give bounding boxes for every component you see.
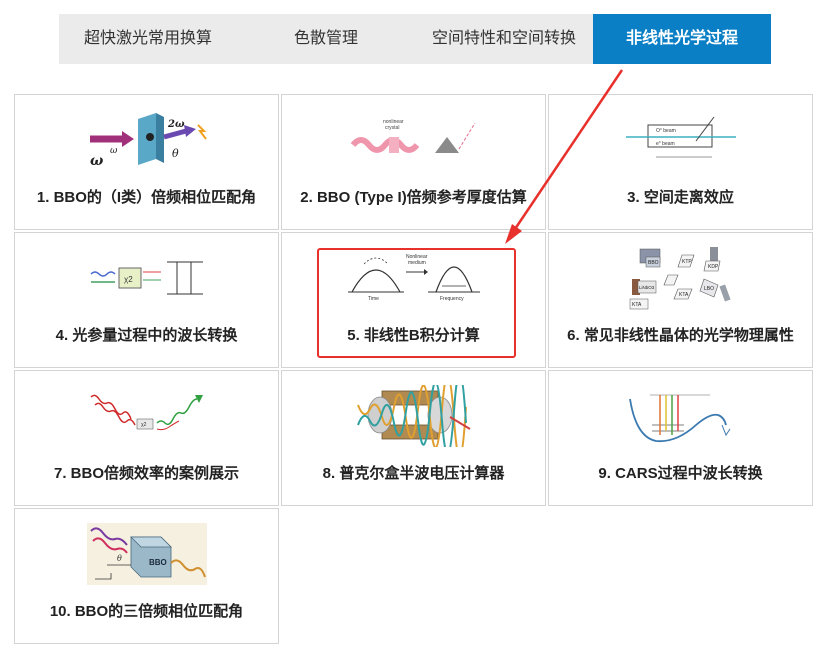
art-text: ω [110, 146, 118, 156]
art-text: χ2 [124, 275, 133, 284]
card-shg-efficiency[interactable]: χ2 7. BBO倍频效率的案例展示 [14, 370, 279, 506]
card-label: 10. BBO的三倍频相位匹配角 [49, 603, 244, 620]
art-text: BBO [149, 558, 167, 567]
card-label: 2. BBO (Type I)倍频参考厚度估算 [300, 189, 527, 206]
art-text: Frequency [440, 296, 464, 302]
art-text: KTP [682, 259, 692, 265]
art-text: θ [117, 554, 122, 563]
art-text: KDP [708, 264, 719, 270]
art-text: 2ω [167, 119, 185, 130]
card-label: 9. CARS过程中波长转换 [598, 465, 763, 482]
cars-potential-icon [549, 381, 812, 451]
art-text: Time [368, 296, 379, 302]
pockels-cell-icon [282, 381, 545, 451]
card-bbo-thickness-estimate[interactable]: nonlinear crystal 2. BBO (Type I)倍频参考厚度估… [281, 94, 546, 230]
card-label: 6. 常见非线性晶体的光学物理属性 [567, 327, 794, 344]
art-text: ω [90, 153, 104, 169]
card-crystal-properties[interactable]: BBO KTP KDP LiNbO3 KTA LBO KTA 6. 常见非线性晶… [548, 232, 813, 368]
card-cars-wavelength[interactable]: 9. CARS过程中波长转换 [548, 370, 813, 506]
art-text: KTA [632, 302, 642, 308]
art-text: LBO [704, 286, 714, 292]
card-parametric-wavelength[interactable]: χ2 4. 光参量过程中的波长转换 [14, 232, 279, 368]
crystals-icon: BBO KTP KDP LiNbO3 KTA LBO KTA [549, 243, 812, 313]
art-text: e° beam [656, 141, 675, 147]
art-text: BBO [648, 260, 659, 266]
b-integral-icon: Nonlinear medium Time Frequency [282, 243, 545, 313]
pulse-through-crystal-icon: nonlinear crystal [282, 105, 545, 175]
card-bbo-thg-phase-matching[interactable]: BBO θ 10. BBO的三倍频相位匹配角 [14, 508, 279, 644]
tab-nonlinear-optics[interactable]: 非线性光学过程 [593, 14, 771, 64]
card-label: 1. BBO的（I类）倍频相位匹配角 [36, 189, 257, 206]
tab-dispersion-management[interactable]: 色散管理 [237, 14, 415, 64]
art-text: medium [408, 260, 426, 266]
card-b-integral[interactable]: Nonlinear medium Time Frequency 5. 非线性B积… [281, 232, 546, 368]
card-label: 7. BBO倍频效率的案例展示 [53, 465, 239, 482]
card-label: 4. 光参量过程中的波长转换 [55, 327, 238, 344]
tab-ultrafast-conversions[interactable]: 超快激光常用换算 [59, 14, 237, 64]
tab-bar: 超快激光常用换算 色散管理 空间特性和空间转换 非线性光学过程 [59, 14, 771, 64]
parametric-process-icon: χ2 [15, 243, 278, 313]
card-label: 3. 空间走离效应 [627, 189, 734, 206]
card-label: 8. 普克尔盒半波电压计算器 [322, 465, 505, 482]
card-label: 5. 非线性B积分计算 [347, 327, 480, 344]
card-bbo-shg-phase-matching[interactable]: ω ω 2ω θ 1. BBO的（I类）倍频相位匹配角 [14, 94, 279, 230]
art-text: crystal [385, 125, 399, 131]
art-text: O° beam [656, 128, 676, 134]
card-spatial-walkoff[interactable]: O° beam e° beam 3. 空间走离效应 [548, 94, 813, 230]
bbo-shg-crystal-icon: ω ω 2ω θ [15, 105, 278, 175]
art-text: θ [172, 147, 179, 160]
tab-spatial-properties[interactable]: 空间特性和空间转换 [415, 14, 593, 64]
walk-off-icon: O° beam e° beam [549, 105, 812, 175]
art-text: KTA [679, 292, 689, 298]
shg-efficiency-icon: χ2 [15, 381, 278, 451]
bbo-thg-crystal-icon: BBO θ [15, 519, 278, 589]
art-text: χ2 [141, 422, 147, 428]
art-text: LiNbO3 [639, 285, 655, 290]
card-pockels-cell[interactable]: 8. 普克尔盒半波电压计算器 [281, 370, 546, 506]
